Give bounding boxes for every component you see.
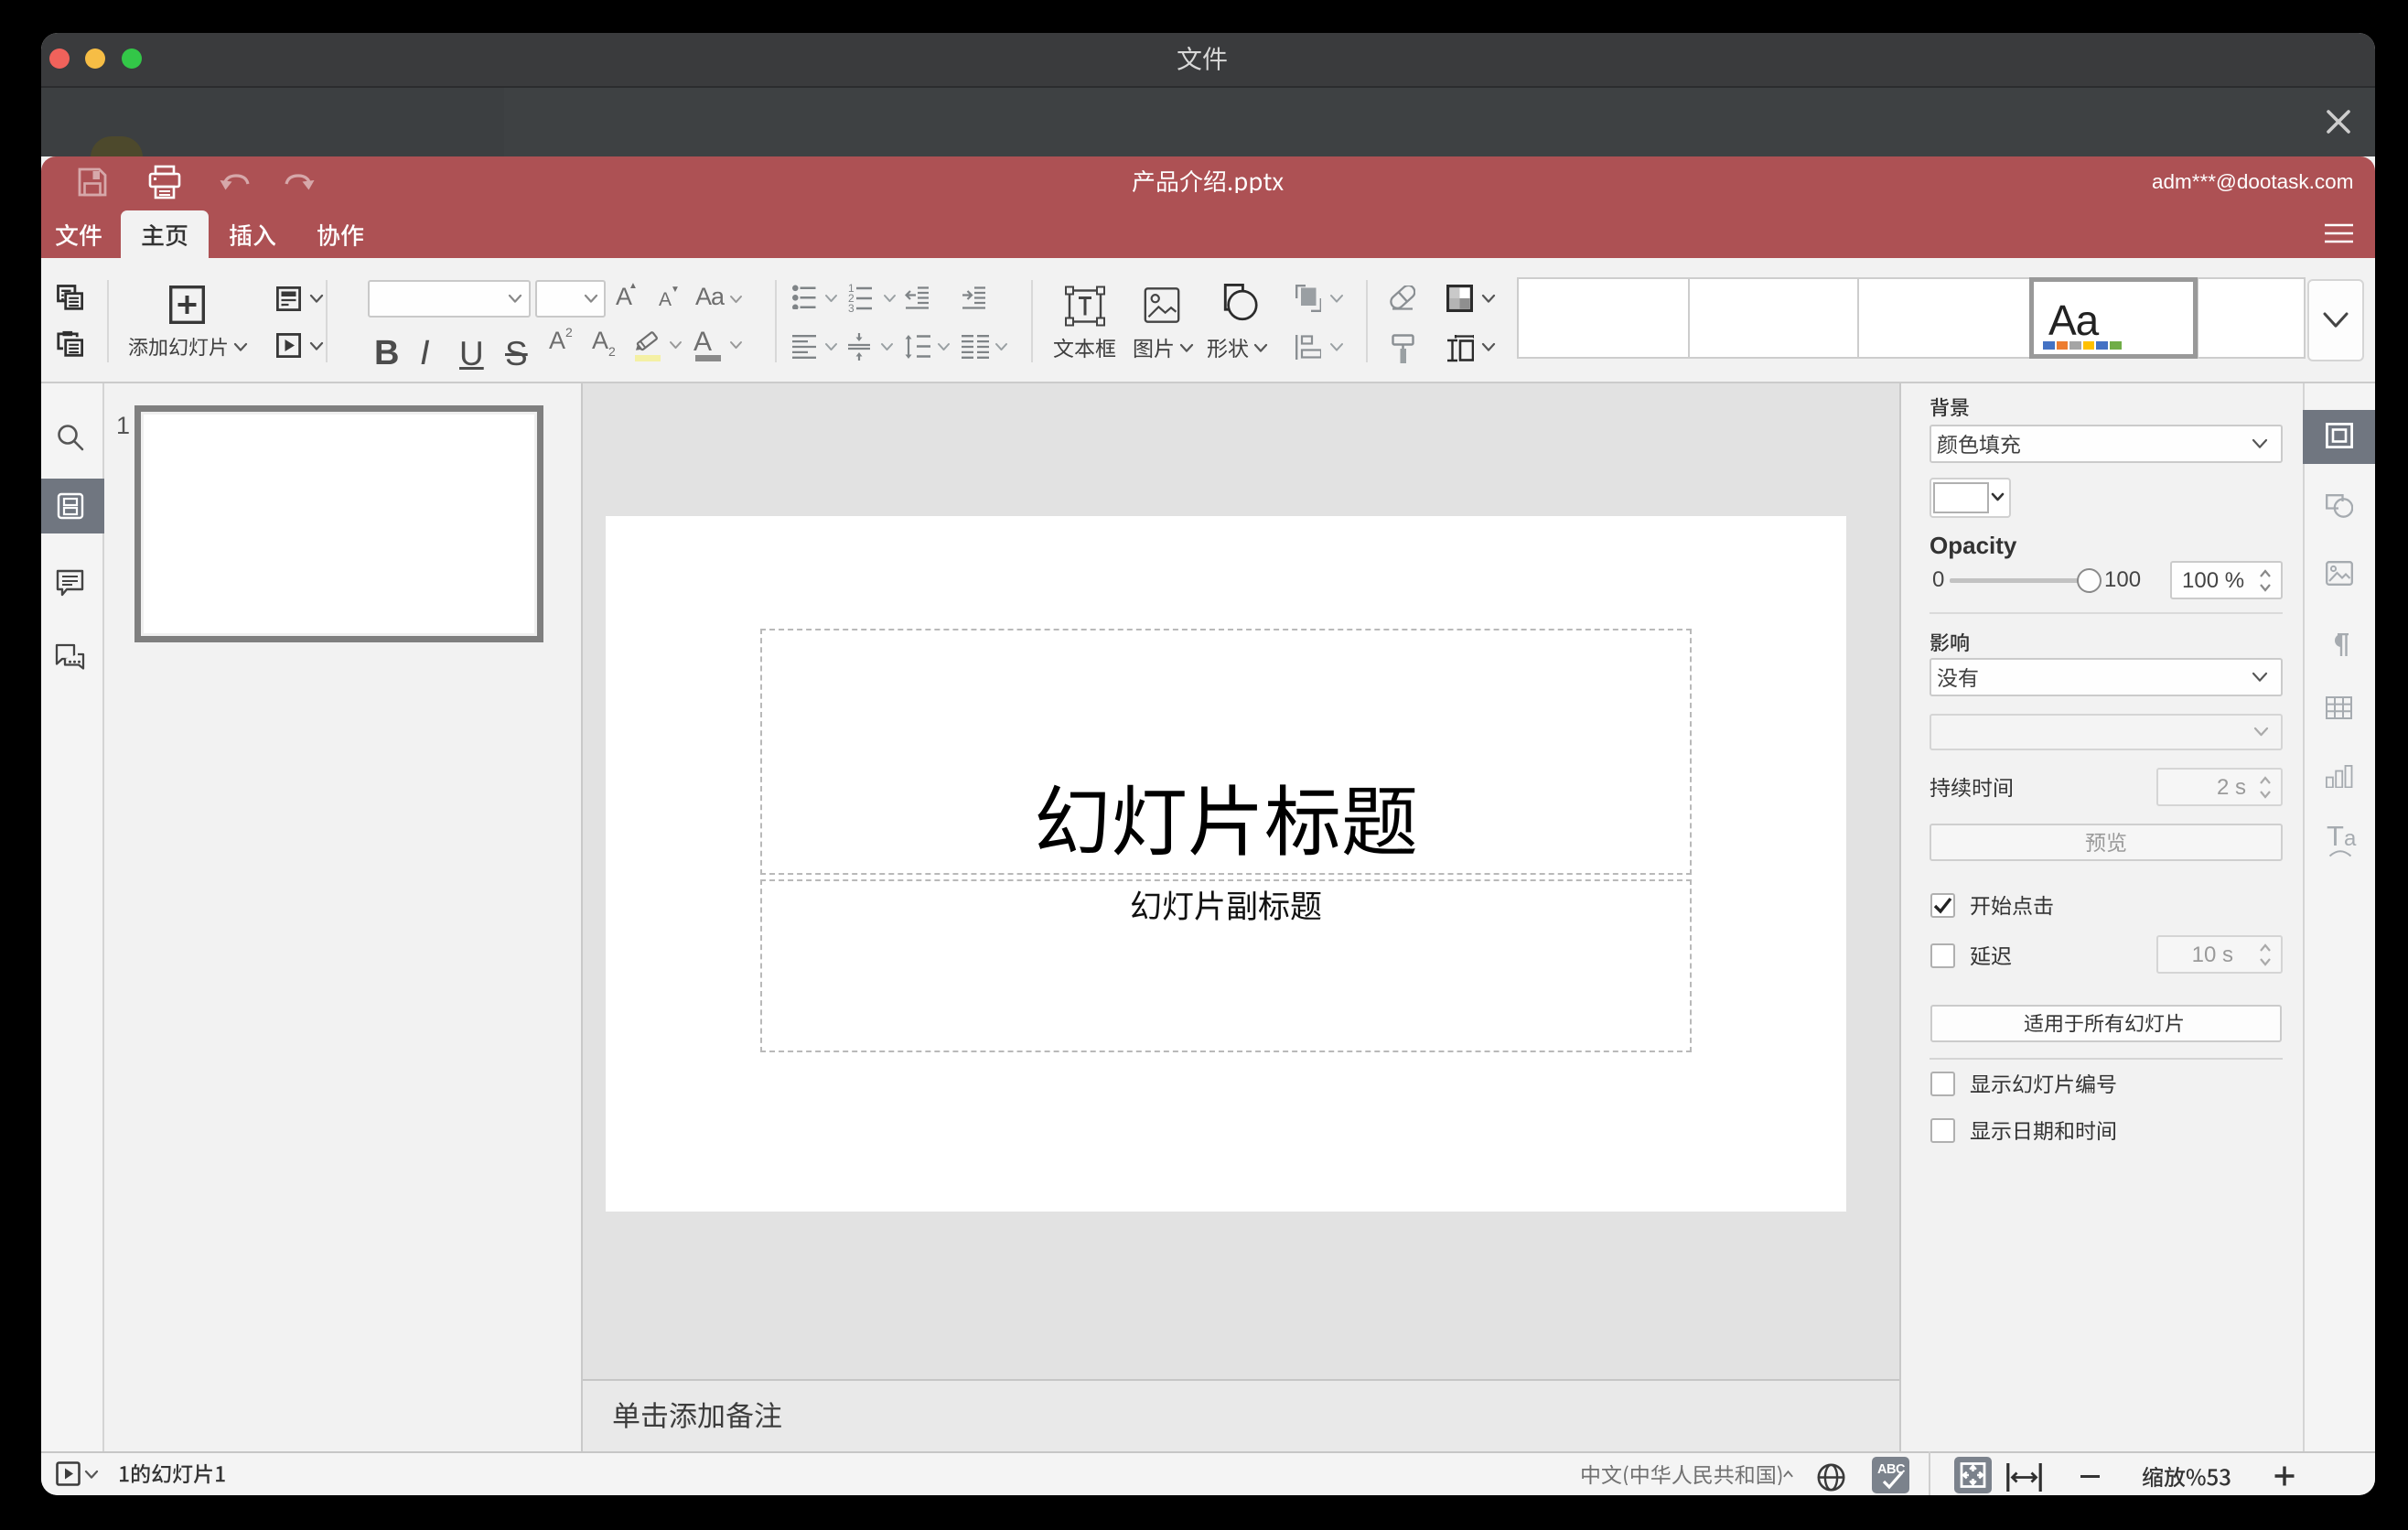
svg-text:3: 3 xyxy=(848,302,855,312)
